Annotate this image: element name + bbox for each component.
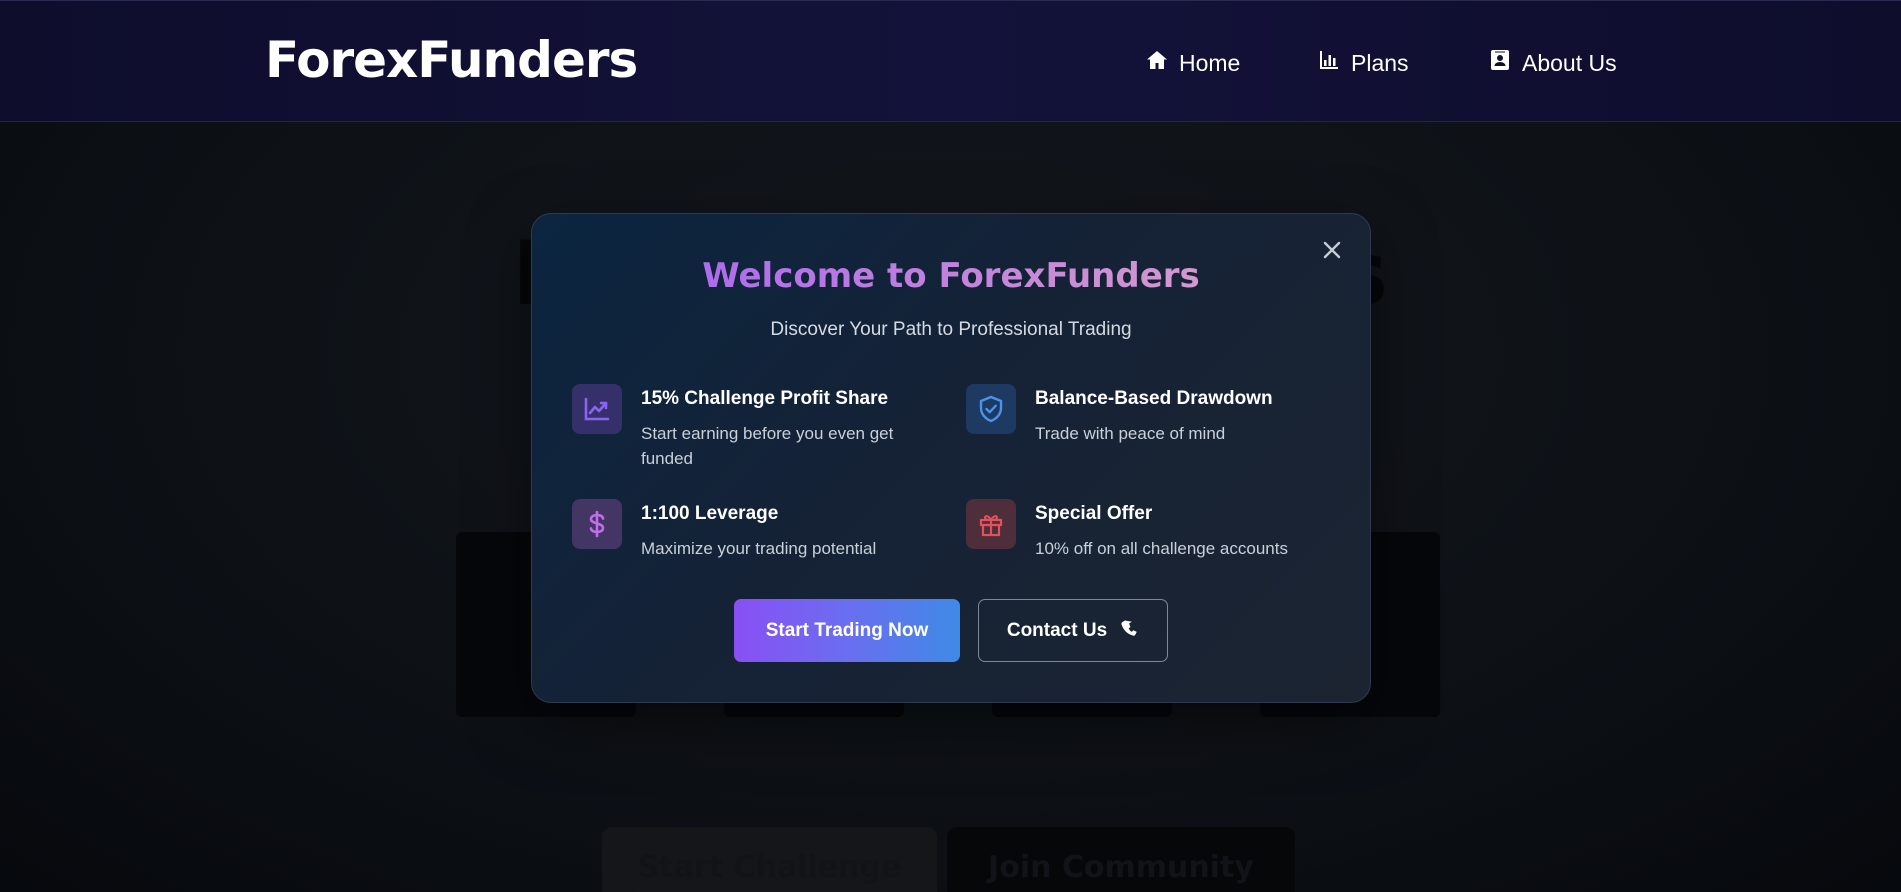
feature-description: Trade with peace of mind — [1035, 424, 1226, 443]
feature-title: Balance-Based Drawdown — [1035, 388, 1273, 409]
bar-chart-icon — [1317, 48, 1341, 78]
contact-us-label: Contact Us — [1006, 619, 1108, 641]
modal-subtitle: Discover Your Path to Professional Tradi… — [770, 319, 1132, 340]
shield-check-icon — [966, 384, 1016, 434]
feature-title: 1:100 Leverage — [641, 503, 779, 524]
dollar-icon — [572, 499, 622, 549]
site-header: ForexFunders Home Plans About Us — [0, 0, 1901, 122]
nav-item-label: About Us — [1522, 49, 1617, 76]
feature-description: Maximize your trading potential — [641, 539, 877, 558]
modal-title: Welcome to ForexFunders — [532, 256, 1370, 296]
nav-item-label: Home — [1179, 49, 1241, 76]
nav-item-plans[interactable]: Plans — [1317, 48, 1409, 78]
nav-item-label: Plans — [1351, 49, 1409, 76]
site-logo[interactable]: ForexFunders — [265, 31, 638, 89]
contact-card-icon — [1488, 48, 1512, 78]
phone-icon — [1119, 618, 1139, 644]
gift-icon — [966, 499, 1016, 549]
feature-title: Special Offer — [1035, 503, 1153, 524]
start-trading-button[interactable]: Start Trading Now — [734, 599, 960, 662]
nav-item-about-us[interactable]: About Us — [1488, 48, 1617, 78]
feature-description: Start earning before you even get funded — [641, 424, 894, 468]
welcome-modal: Welcome to ForexFunders Discover Your Pa… — [531, 213, 1371, 703]
nav-item-home[interactable]: Home — [1145, 48, 1240, 78]
feature-description: 10% off on all challenge accounts — [1035, 539, 1288, 558]
home-icon — [1145, 48, 1169, 78]
contact-us-button[interactable]: Contact Us — [978, 599, 1168, 662]
chart-line-icon — [572, 384, 622, 434]
feature-title: 15% Challenge Profit Share — [641, 388, 889, 409]
